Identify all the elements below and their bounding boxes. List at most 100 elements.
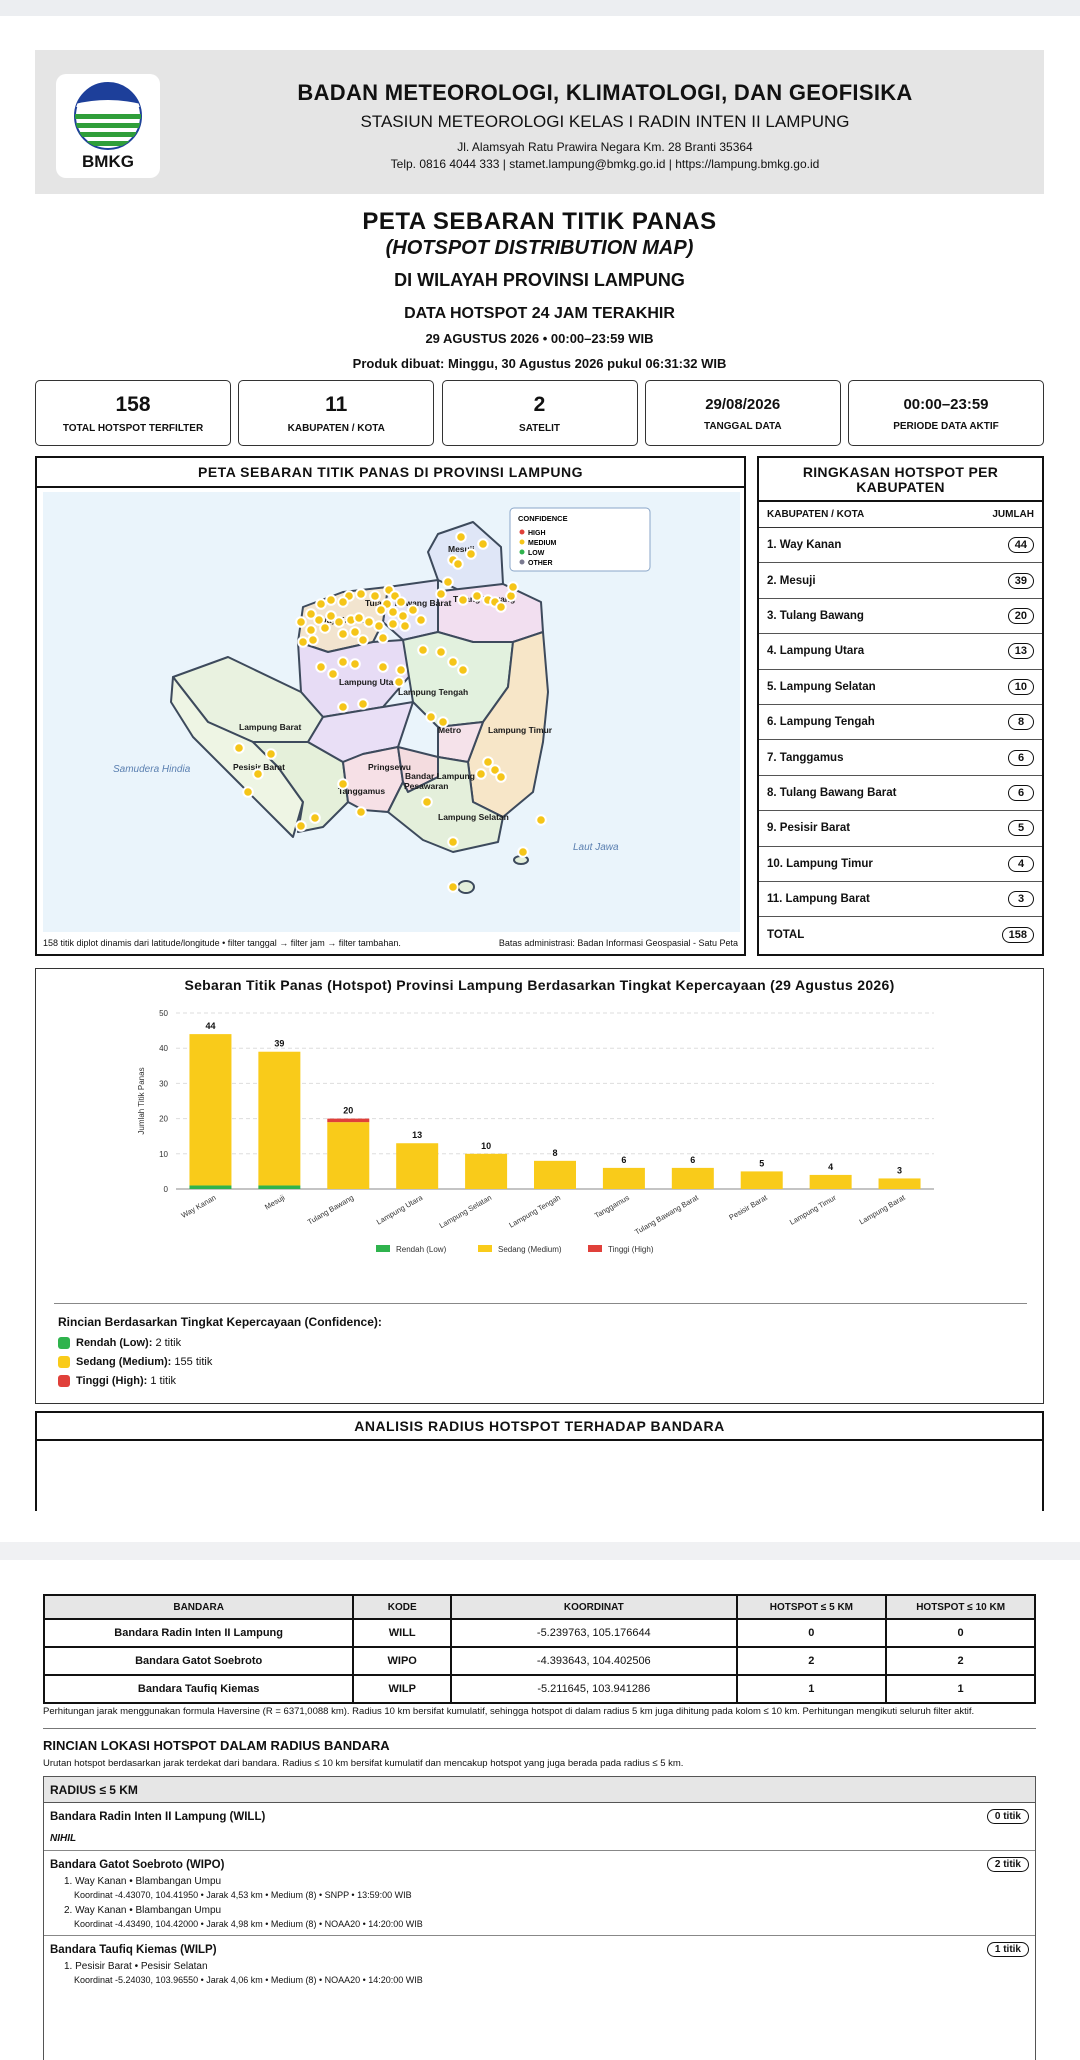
x-tick-label: Lampung Tengah [507, 1193, 562, 1230]
bar-segment [809, 1174, 852, 1189]
legend-label: Sedang (Medium) [498, 1245, 562, 1254]
confidence-medium-label: Sedang (Medium): [76, 1356, 172, 1368]
hotspot-marker [455, 531, 467, 543]
bmkg-logo: BMKG [56, 74, 160, 178]
hotspot-map[interactable]: Samudera Hindia Laut Jawa Mesuji Tulang … [43, 492, 740, 932]
legend-swatch [376, 1245, 390, 1252]
region-label: Lampung Barat [239, 722, 302, 732]
col-hotspot-10km: HOTSPOT ≤ 10 KM [885, 1594, 1036, 1620]
hotspot-marker [319, 622, 331, 634]
bar-total-label: 44 [205, 1021, 215, 1031]
y-tick-label: 40 [159, 1044, 168, 1053]
chart-title: Sebaran Titik Panas (Hotspot) Provinsi L… [184, 977, 895, 993]
report-region: DI WILAYAH PROVINSI LAMPUNG [394, 270, 685, 290]
bar-segment [396, 1143, 439, 1189]
bar-segment [465, 1153, 508, 1189]
confidence-bar-chart: 0 10 20 30 40 50 Jumlah Titik Panas 44 Way Kanan… [137, 1009, 934, 1254]
legend-item-medium: MEDIUM [528, 540, 557, 547]
stat-value: 11 [325, 393, 348, 416]
hotspot-marker [377, 661, 389, 673]
y-axis-label: Jumlah Titik Panas [137, 1067, 146, 1134]
summary-row-name: 4. Lampung Utara [767, 645, 865, 658]
y-tick-label: 50 [159, 1009, 168, 1018]
summary-row-count: 8 [1008, 714, 1034, 731]
hotspot-marker [373, 620, 385, 632]
confidence-high-value: 1 titik [150, 1375, 177, 1387]
hotspot-location: 1. Pesisir Barat • Pesisir Selatan [64, 1961, 208, 1972]
y-tick-label: 10 [159, 1150, 168, 1159]
bar-total-label: 6 [621, 1155, 626, 1165]
hotspot-marker [349, 658, 361, 670]
airport-detail-name: Bandara Radin Inten II Lampung (WILL) [50, 1811, 266, 1823]
sea-label: Samudera Hindia [113, 764, 191, 775]
table-header-row: BANDARA KODE KOORDINAT HOTSPOT ≤ 5 KM HO… [42, 1594, 1036, 1620]
hotspot-5km: 2 [735, 1646, 888, 1676]
hotspot-marker [233, 742, 245, 754]
hotspot-marker [357, 698, 369, 710]
haversine-note: Perhitungan jarak menggunakan formula Ha… [43, 1706, 975, 1717]
table-row: Bandara Taufiq Kiemas WILP -5.211645, 10… [42, 1674, 1036, 1704]
summary-row-name: 1. Way Kanan [767, 539, 842, 552]
hotspot-marker [447, 881, 459, 893]
hotspot-marker [375, 604, 387, 616]
hotspot-marker [435, 646, 447, 658]
summary-row: 4. Lampung Utara 13 [759, 634, 1042, 670]
medium-swatch [58, 1356, 70, 1368]
airport-name: Bandara Taufiq Kiemas [42, 1674, 355, 1704]
summary-col-name: KABUPATEN / KOTA [767, 509, 865, 520]
airport-code: WILP [352, 1674, 453, 1704]
legend-item-low: LOW [528, 550, 545, 557]
hotspot-marker [315, 598, 327, 610]
y-tick-label: 20 [159, 1115, 168, 1124]
hotspot-marker [517, 846, 529, 858]
hotspot-marker [452, 558, 464, 570]
stat-card: 11 KABUPATEN / KOTA [238, 380, 435, 446]
hotspot-marker [495, 601, 507, 613]
region-mesuji [427, 521, 504, 593]
radius-title: ANALISIS RADIUS HOTSPOT TERHADAP BANDARA [37, 1413, 1042, 1441]
hotspot-marker [477, 538, 489, 550]
hotspot-marker [435, 588, 447, 600]
bar-total-label: 4 [828, 1162, 833, 1172]
hotspot-marker [457, 594, 469, 606]
bar-segment [671, 1167, 714, 1189]
station-name: STASIUN METEOROLOGI KELAS I RADIN INTEN … [360, 112, 850, 131]
summary-row-count: 39 [1007, 572, 1034, 589]
summary-row-name: 9. Pesisir Barat [767, 822, 851, 835]
airport-detail-name: Bandara Gatot Soebroto (WIPO) [50, 1859, 225, 1871]
hotspot-info: Koordinat -5.24030, 103.96550 • Jarak 4,… [74, 1975, 423, 1985]
hotspot-marker [252, 768, 264, 780]
top-strip [0, 0, 1080, 16]
hotspot-location: 2. Way Kanan • Blambangan Umpu [64, 1905, 222, 1916]
stat-card: 2 SATELIT [441, 380, 638, 446]
report-page-1: BMKG BADAN METEOROLOGI, KLIMATOLOGI, DAN… [0, 16, 1080, 1542]
bar-segment [189, 1185, 232, 1189]
hotspot-info: Koordinat -4.43490, 104.42000 • Jarak 4,… [74, 1919, 423, 1929]
hotspot-marker [437, 716, 449, 728]
stat-label: TANGGAL DATA [703, 421, 782, 432]
map-legend: CONFIDENCE HIGH MEDIUM LOW OTHER [509, 507, 651, 572]
legend-swatch [588, 1245, 602, 1252]
report-title-block: PETA SEBARAN TITIK PANAS (HOTSPOT DISTRI… [35, 208, 1044, 371]
summary-row: 6. Lampung Tengah 8 [759, 705, 1042, 741]
map-title: PETA SEBARAN TITIK PANAS DI PROVINSI LAM… [37, 458, 744, 488]
hotspot-marker [395, 664, 407, 676]
legend-item-high: HIGH [528, 530, 546, 537]
hotspot-marker [357, 634, 369, 646]
confidence-chart-panel: Sebaran Titik Panas (Hotspot) Provinsi L… [35, 968, 1044, 1404]
hotspot-marker [333, 616, 345, 628]
region-label: Lampung Selatan [438, 812, 509, 822]
logo-text: BMKG [82, 152, 134, 171]
hotspot-marker [325, 594, 337, 606]
airport-detail: Bandara Gatot Soebroto (WIPO) 2 titik 1.… [44, 1851, 1035, 1936]
hotspot-location: 1. Way Kanan • Blambangan Umpu [64, 1876, 222, 1887]
hotspot-marker [417, 644, 429, 656]
summary-row-count: 44 [1007, 537, 1034, 554]
hotspot-10km: 0 [885, 1618, 1036, 1648]
hotspot-marker [295, 616, 307, 628]
x-tick-label: Mesuji [263, 1193, 287, 1212]
summary-total-row: TOTAL 158 [759, 917, 1042, 952]
region-tulang-bawang [432, 583, 544, 643]
bar-total-label: 10 [481, 1141, 491, 1151]
col-code: KODE [352, 1594, 453, 1620]
